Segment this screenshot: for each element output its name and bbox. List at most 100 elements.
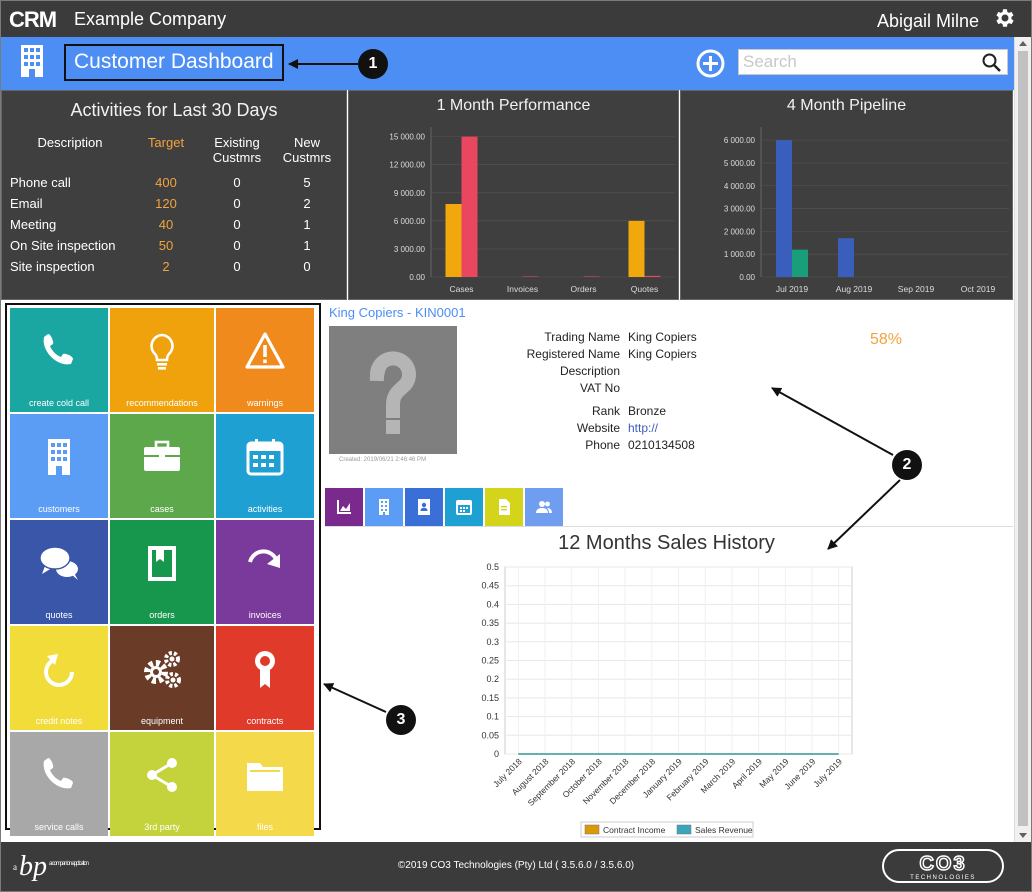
legend-swatch — [676, 824, 692, 835]
y-tick-label: 6 000.00 — [724, 136, 756, 145]
phone-value: 0210134508 — [628, 438, 695, 452]
tab-company[interactable] — [365, 488, 403, 526]
building-icon — [48, 439, 70, 475]
tile-label: files — [256, 822, 273, 832]
tile-activities[interactable]: activities — [216, 414, 314, 518]
scroll-thumb[interactable] — [1018, 51, 1028, 826]
table-row: Meeting 40 0 1 — [10, 214, 342, 235]
row-new: 1 — [303, 217, 311, 232]
legend-label: Contract Income — [603, 825, 666, 835]
row-new: 2 — [303, 196, 311, 211]
tab-sales-chart[interactable] — [325, 488, 363, 526]
scroll-up-arrow-icon[interactable] — [1019, 41, 1027, 46]
tab-calendar[interactable] — [445, 488, 483, 526]
bar — [461, 136, 478, 277]
row-target: 2 — [162, 259, 170, 274]
column-header: Target — [147, 135, 185, 150]
page-title: Customer Dashboard — [64, 44, 284, 81]
row-existing: 0 — [233, 259, 241, 274]
bar — [445, 204, 462, 277]
sales-history-title: 12 Months Sales History — [558, 532, 775, 554]
tile-3rd-party[interactable]: 3rd party — [110, 732, 214, 836]
tile-credit-notes[interactable]: credit notes — [10, 626, 108, 730]
y-tick-label: 12 000.00 — [389, 161, 425, 170]
tile-quotes[interactable]: quotes — [10, 520, 108, 624]
y-tick-label: 3 000.00 — [724, 205, 756, 214]
y-tick-label: 0.3 — [486, 637, 499, 647]
vertical-scrollbar[interactable] — [1014, 37, 1031, 842]
customer-heading-link[interactable]: King Copiers - KIN0001 — [329, 305, 466, 320]
folder-icon — [247, 763, 283, 791]
x-tick-label: July 2019 — [811, 756, 844, 789]
pipeline-panel: 4 Month Pipeline 0.00 1 000.00 2 000.00 3 0… — [680, 90, 1013, 300]
tile-label: orders — [149, 610, 175, 620]
tab-users[interactable] — [525, 488, 563, 526]
x-tick-label: Quotes — [631, 284, 658, 294]
x-tick-label: Orders — [571, 284, 597, 294]
row-new: 0 — [303, 259, 311, 274]
contact-book-icon — [418, 499, 430, 515]
x-tick-label: Aug 2019 — [836, 284, 873, 294]
x-tick-label: Oct 2019 — [961, 284, 996, 294]
crm-logo[interactable]: CRM — [9, 7, 65, 31]
y-tick-label: 2 000.00 — [724, 227, 756, 236]
annotation-marker-1: 1 — [358, 49, 388, 79]
row-description: Meeting — [10, 217, 57, 232]
redo-arrow-icon — [248, 549, 280, 568]
row-target: 120 — [155, 196, 177, 211]
undo-arrow-icon — [44, 654, 74, 687]
tab-documents[interactable] — [485, 488, 523, 526]
field-label: Rank — [591, 404, 620, 418]
svg-text:CO3: CO3 — [919, 853, 966, 875]
field-label: Phone — [585, 438, 620, 452]
row-description: Site inspection — [10, 259, 95, 274]
search-input[interactable] — [739, 50, 975, 74]
company-name: Example Company — [74, 9, 227, 29]
tile-warnings[interactable]: warnings — [216, 308, 314, 412]
description-value — [628, 364, 828, 381]
y-tick-label: 0.1 — [486, 712, 499, 722]
tile-label: activities — [247, 504, 283, 514]
tile-cases[interactable]: cases — [110, 414, 214, 518]
column-header: Existing Custmrs — [212, 135, 262, 165]
column-header: Description — [37, 135, 103, 150]
field-label: VAT No — [579, 381, 620, 395]
row-existing: 0 — [233, 196, 241, 211]
y-tick-label: 0.25 — [481, 656, 499, 666]
y-tick-label: 5 000.00 — [724, 159, 756, 168]
tab-contacts[interactable] — [405, 488, 443, 526]
warning-icon — [245, 332, 285, 369]
row-existing: 0 — [233, 217, 241, 232]
tile-invoices[interactable]: invoices — [216, 520, 314, 624]
tile-label: contracts — [246, 716, 284, 726]
tile-orders[interactable]: orders — [110, 520, 214, 624]
building-icon — [379, 499, 389, 515]
tile-contracts[interactable]: contracts — [216, 626, 314, 730]
row-description: Email — [10, 196, 43, 211]
search-icon[interactable] — [982, 53, 1001, 72]
activities-panel: Activities for Last 30 Days Description … — [1, 90, 347, 300]
tile-label: recommendations — [126, 398, 198, 408]
add-circle-icon[interactable] — [696, 49, 725, 78]
sales-history-chart: 0 0.05 0.1 0.15 0.2 0.25 0.3 0.35 0.4 0.45 0.5 July… — [481, 562, 853, 838]
tile-equipment[interactable]: equipment — [110, 626, 214, 730]
y-tick-label: 0.4 — [486, 599, 499, 609]
tile-service-calls[interactable]: service calls — [10, 732, 108, 836]
bar — [628, 220, 645, 277]
tile-customers[interactable]: customers — [10, 414, 108, 518]
share-icon — [147, 758, 177, 792]
y-tick-label: 0.5 — [486, 562, 499, 572]
tile-recommendations[interactable]: recommendations — [110, 308, 214, 412]
gear-icon[interactable] — [993, 6, 1017, 30]
website-link[interactable]: http:// — [628, 421, 828, 438]
annotation-marker-2: 2 — [892, 450, 922, 480]
scroll-down-arrow-icon[interactable] — [1019, 833, 1027, 838]
area-chart-icon — [337, 500, 351, 514]
y-tick-label: 0.45 — [481, 581, 499, 591]
customer-field-values: King Copiers King Copiers Bronze http://… — [628, 330, 828, 455]
y-tick-label: 0.00 — [409, 273, 425, 282]
tile-create-cold-call[interactable]: create cold call — [10, 308, 108, 412]
tile-label: service calls — [34, 822, 84, 832]
tile-files[interactable]: files — [216, 732, 314, 836]
user-name[interactable]: Abigail Milne — [877, 11, 979, 32]
